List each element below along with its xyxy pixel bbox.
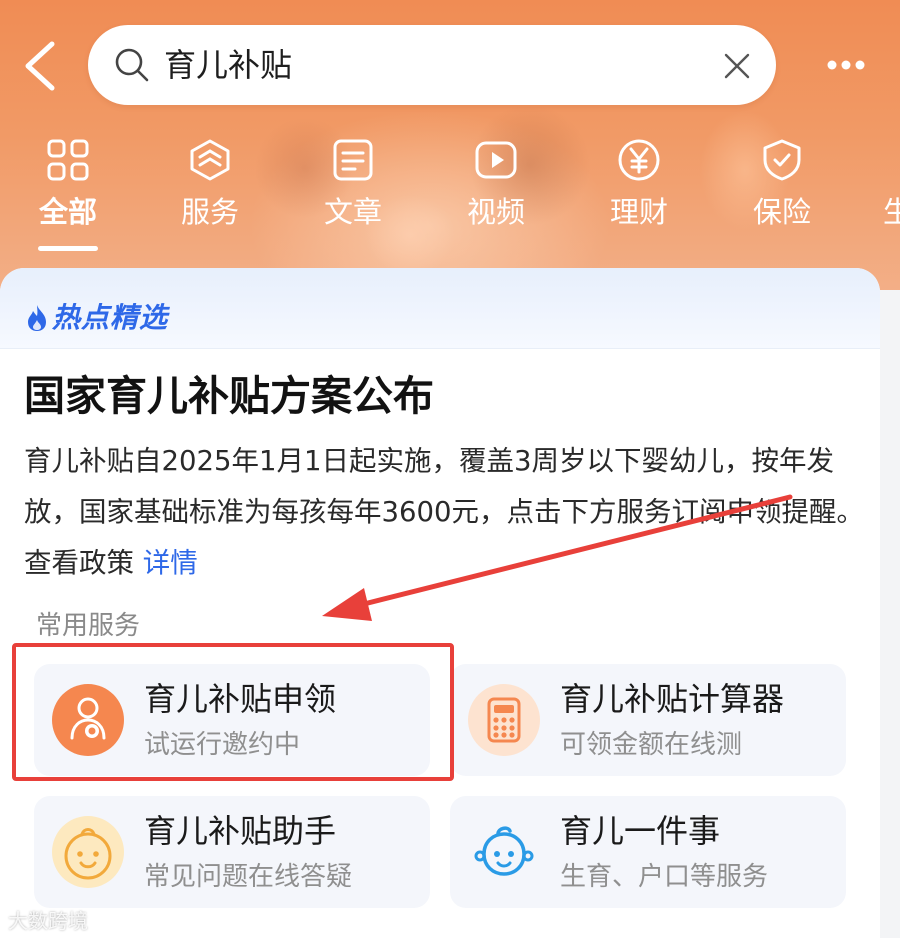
card-header: 热点精选 bbox=[0, 268, 880, 349]
service-childcare-one-thing[interactable]: 育儿一件事 生育、户口等服务 bbox=[450, 796, 846, 908]
play-icon bbox=[474, 138, 518, 182]
cube-icon bbox=[188, 138, 232, 182]
more-dots-icon bbox=[827, 60, 865, 70]
back-button[interactable] bbox=[14, 38, 62, 94]
service-title: 育儿补贴计算器 bbox=[560, 680, 785, 718]
tab-label: 理财 bbox=[609, 195, 668, 229]
tab-wealth[interactable]: 理财 bbox=[589, 138, 689, 268]
services-label: 常用服务 bbox=[36, 611, 141, 641]
close-icon bbox=[724, 53, 750, 79]
service-subtitle: 可领金额在线测 bbox=[560, 730, 743, 760]
tab-insurance[interactable]: 保险 bbox=[732, 138, 832, 268]
calculator-icon bbox=[468, 684, 540, 756]
tab-active-indicator bbox=[38, 246, 98, 251]
service-subtitle: 生育、户口等服务 bbox=[560, 862, 769, 892]
tab-label: 文章 bbox=[323, 195, 382, 229]
baby-outline-icon bbox=[468, 816, 540, 888]
yen-icon bbox=[617, 138, 661, 182]
chevron-left-icon bbox=[25, 41, 55, 91]
grid-icon bbox=[46, 138, 90, 182]
tab-label: 保险 bbox=[752, 195, 811, 229]
tab-label: 服务 bbox=[180, 195, 239, 229]
article-description: 育儿补贴自2025年1月1日起实施，覆盖3周岁以下婴幼儿，按年发放，国家基础标准… bbox=[24, 436, 864, 589]
shield-icon bbox=[760, 138, 804, 182]
header-banner: 育儿补贴 全部 服务 文章 视频 理财 保险 生 bbox=[0, 0, 900, 300]
watermark-text: 大数跨境 bbox=[8, 909, 88, 933]
tab-label: 视频 bbox=[466, 195, 525, 229]
baby-face-icon bbox=[52, 816, 124, 888]
more-button[interactable] bbox=[824, 50, 868, 80]
service-title: 育儿补贴助手 bbox=[144, 812, 337, 850]
tab-label: 生 bbox=[883, 195, 900, 229]
search-query: 育儿补贴 bbox=[164, 46, 293, 84]
annotation-highlight-box bbox=[12, 643, 454, 781]
service-title: 育儿一件事 bbox=[560, 812, 721, 850]
tab-partial[interactable]: 生 bbox=[875, 138, 900, 268]
service-subsidy-calculator[interactable]: 育儿补贴计算器 可领金额在线测 bbox=[450, 664, 846, 776]
service-subtitle: 常见问题在线答疑 bbox=[144, 862, 353, 892]
clear-button[interactable] bbox=[724, 53, 750, 79]
tab-video[interactable]: 视频 bbox=[446, 138, 546, 268]
tab-label: 全部 bbox=[38, 195, 97, 229]
search-icon bbox=[114, 47, 150, 83]
service-subsidy-assistant[interactable]: 育儿补贴助手 常见问题在线答疑 bbox=[34, 796, 430, 908]
details-link[interactable]: 详情 bbox=[143, 547, 198, 579]
hot-picks-card: 热点精选 国家育儿补贴方案公布 育儿补贴自2025年1月1日起实施，覆盖3周岁以… bbox=[0, 268, 880, 948]
article-headline[interactable]: 国家育儿补贴方案公布 bbox=[24, 368, 434, 424]
search-input[interactable]: 育儿补贴 bbox=[88, 25, 776, 105]
tab-articles[interactable]: 文章 bbox=[303, 138, 403, 268]
article-icon bbox=[331, 138, 375, 182]
tab-services[interactable]: 服务 bbox=[160, 138, 260, 268]
flame-icon bbox=[26, 304, 48, 332]
page-background-strip bbox=[880, 290, 900, 938]
section-title: 热点精选 bbox=[52, 301, 169, 334]
